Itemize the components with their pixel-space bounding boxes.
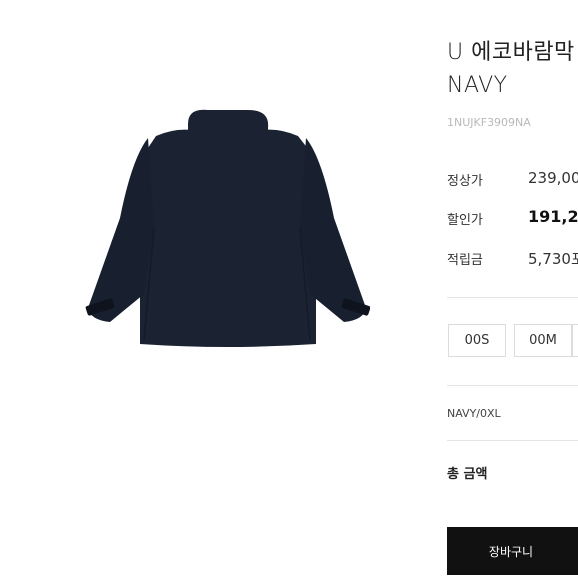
- divider: [447, 297, 578, 298]
- selected-option: NAVY/0XL: [447, 407, 501, 420]
- points-label: 적립금: [447, 253, 483, 268]
- product-title: U 에코바람막: [447, 40, 575, 65]
- product-info: U 에코바람막 NAVY 1NUJKF3909NA 정상가 239,00 할인가…: [0, 0, 578, 578]
- product-code: 1NUJKF3909NA: [447, 116, 531, 129]
- total-amount-label: 총 금액: [447, 467, 488, 482]
- add-to-cart-button[interactable]: 장바구니: [447, 527, 578, 575]
- divider: [447, 385, 578, 386]
- sale-price-label: 할인가: [447, 213, 483, 228]
- size-option-partial[interactable]: [572, 324, 578, 357]
- regular-price-value: 239,00: [528, 169, 578, 187]
- product-color-name: NAVY: [447, 73, 508, 98]
- regular-price-label: 정상가: [447, 174, 483, 189]
- sale-price-value: 191,20: [528, 207, 578, 226]
- size-option-00s[interactable]: 00S: [448, 324, 506, 357]
- divider: [447, 440, 578, 441]
- size-option-00m[interactable]: 00M: [514, 324, 572, 357]
- points-value: 5,730포: [528, 250, 578, 268]
